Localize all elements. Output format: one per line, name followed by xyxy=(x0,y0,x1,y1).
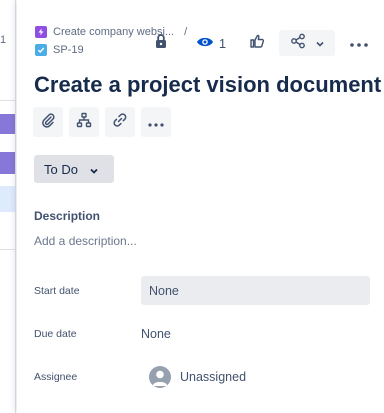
epic-icon xyxy=(35,26,47,38)
attach-button[interactable] xyxy=(33,107,63,137)
lock-icon xyxy=(154,33,168,54)
start-date-field[interactable]: None xyxy=(141,276,370,305)
issue-detail-panel: Create company websi... / SP-19 1 Create… xyxy=(17,0,384,413)
share-icon xyxy=(290,33,306,54)
background-epic-bar[interactable] xyxy=(0,152,15,174)
background-selected-row[interactable] xyxy=(0,186,15,212)
chevron-down-icon xyxy=(90,162,98,177)
breadcrumb-issue: SP-19 xyxy=(35,44,84,56)
more-tools-button[interactable] xyxy=(141,107,171,137)
status-dropdown[interactable]: To Do xyxy=(34,155,114,183)
assignee-value: Unassigned xyxy=(180,370,247,384)
eye-icon xyxy=(196,36,214,51)
more-icon xyxy=(350,34,368,52)
add-child-issue-button[interactable] xyxy=(69,107,99,137)
vote-button[interactable] xyxy=(245,30,269,56)
start-date-value: None xyxy=(149,283,179,298)
issue-key-link[interactable]: SP-19 xyxy=(53,44,84,56)
breadcrumb-separator: / xyxy=(184,26,188,38)
assignee-label: Assignee xyxy=(34,371,78,383)
child-issue-icon xyxy=(76,112,92,133)
due-date-field[interactable]: None xyxy=(141,327,171,341)
due-date-label: Due date xyxy=(34,328,77,340)
restrictions-button[interactable] xyxy=(151,30,171,56)
background-divider xyxy=(0,100,15,101)
thumbs-up-icon xyxy=(249,33,265,54)
watch-button[interactable]: 1 xyxy=(191,30,231,56)
status-label: To Do xyxy=(44,161,78,177)
background-board: 1 xyxy=(0,0,16,413)
watch-count: 1 xyxy=(218,35,227,51)
chevron-down-icon xyxy=(316,34,324,52)
share-button[interactable] xyxy=(279,30,335,56)
background-epic-bar[interactable] xyxy=(0,114,15,134)
link-issue-button[interactable] xyxy=(105,107,135,137)
issue-title[interactable]: Create a project vision document xyxy=(34,72,381,98)
start-date-label: Start date xyxy=(34,285,80,297)
attachment-icon xyxy=(40,112,56,133)
more-actions-button[interactable] xyxy=(347,30,371,56)
background-divider xyxy=(0,249,15,250)
description-heading: Description xyxy=(34,209,101,223)
more-icon xyxy=(148,114,164,130)
task-icon xyxy=(35,44,47,56)
link-icon xyxy=(112,112,128,133)
assignee-field[interactable]: Unassigned xyxy=(149,366,246,388)
avatar-icon xyxy=(149,366,171,388)
background-row-number: 1 xyxy=(0,34,7,46)
description-field[interactable]: Add a description... xyxy=(34,234,137,248)
